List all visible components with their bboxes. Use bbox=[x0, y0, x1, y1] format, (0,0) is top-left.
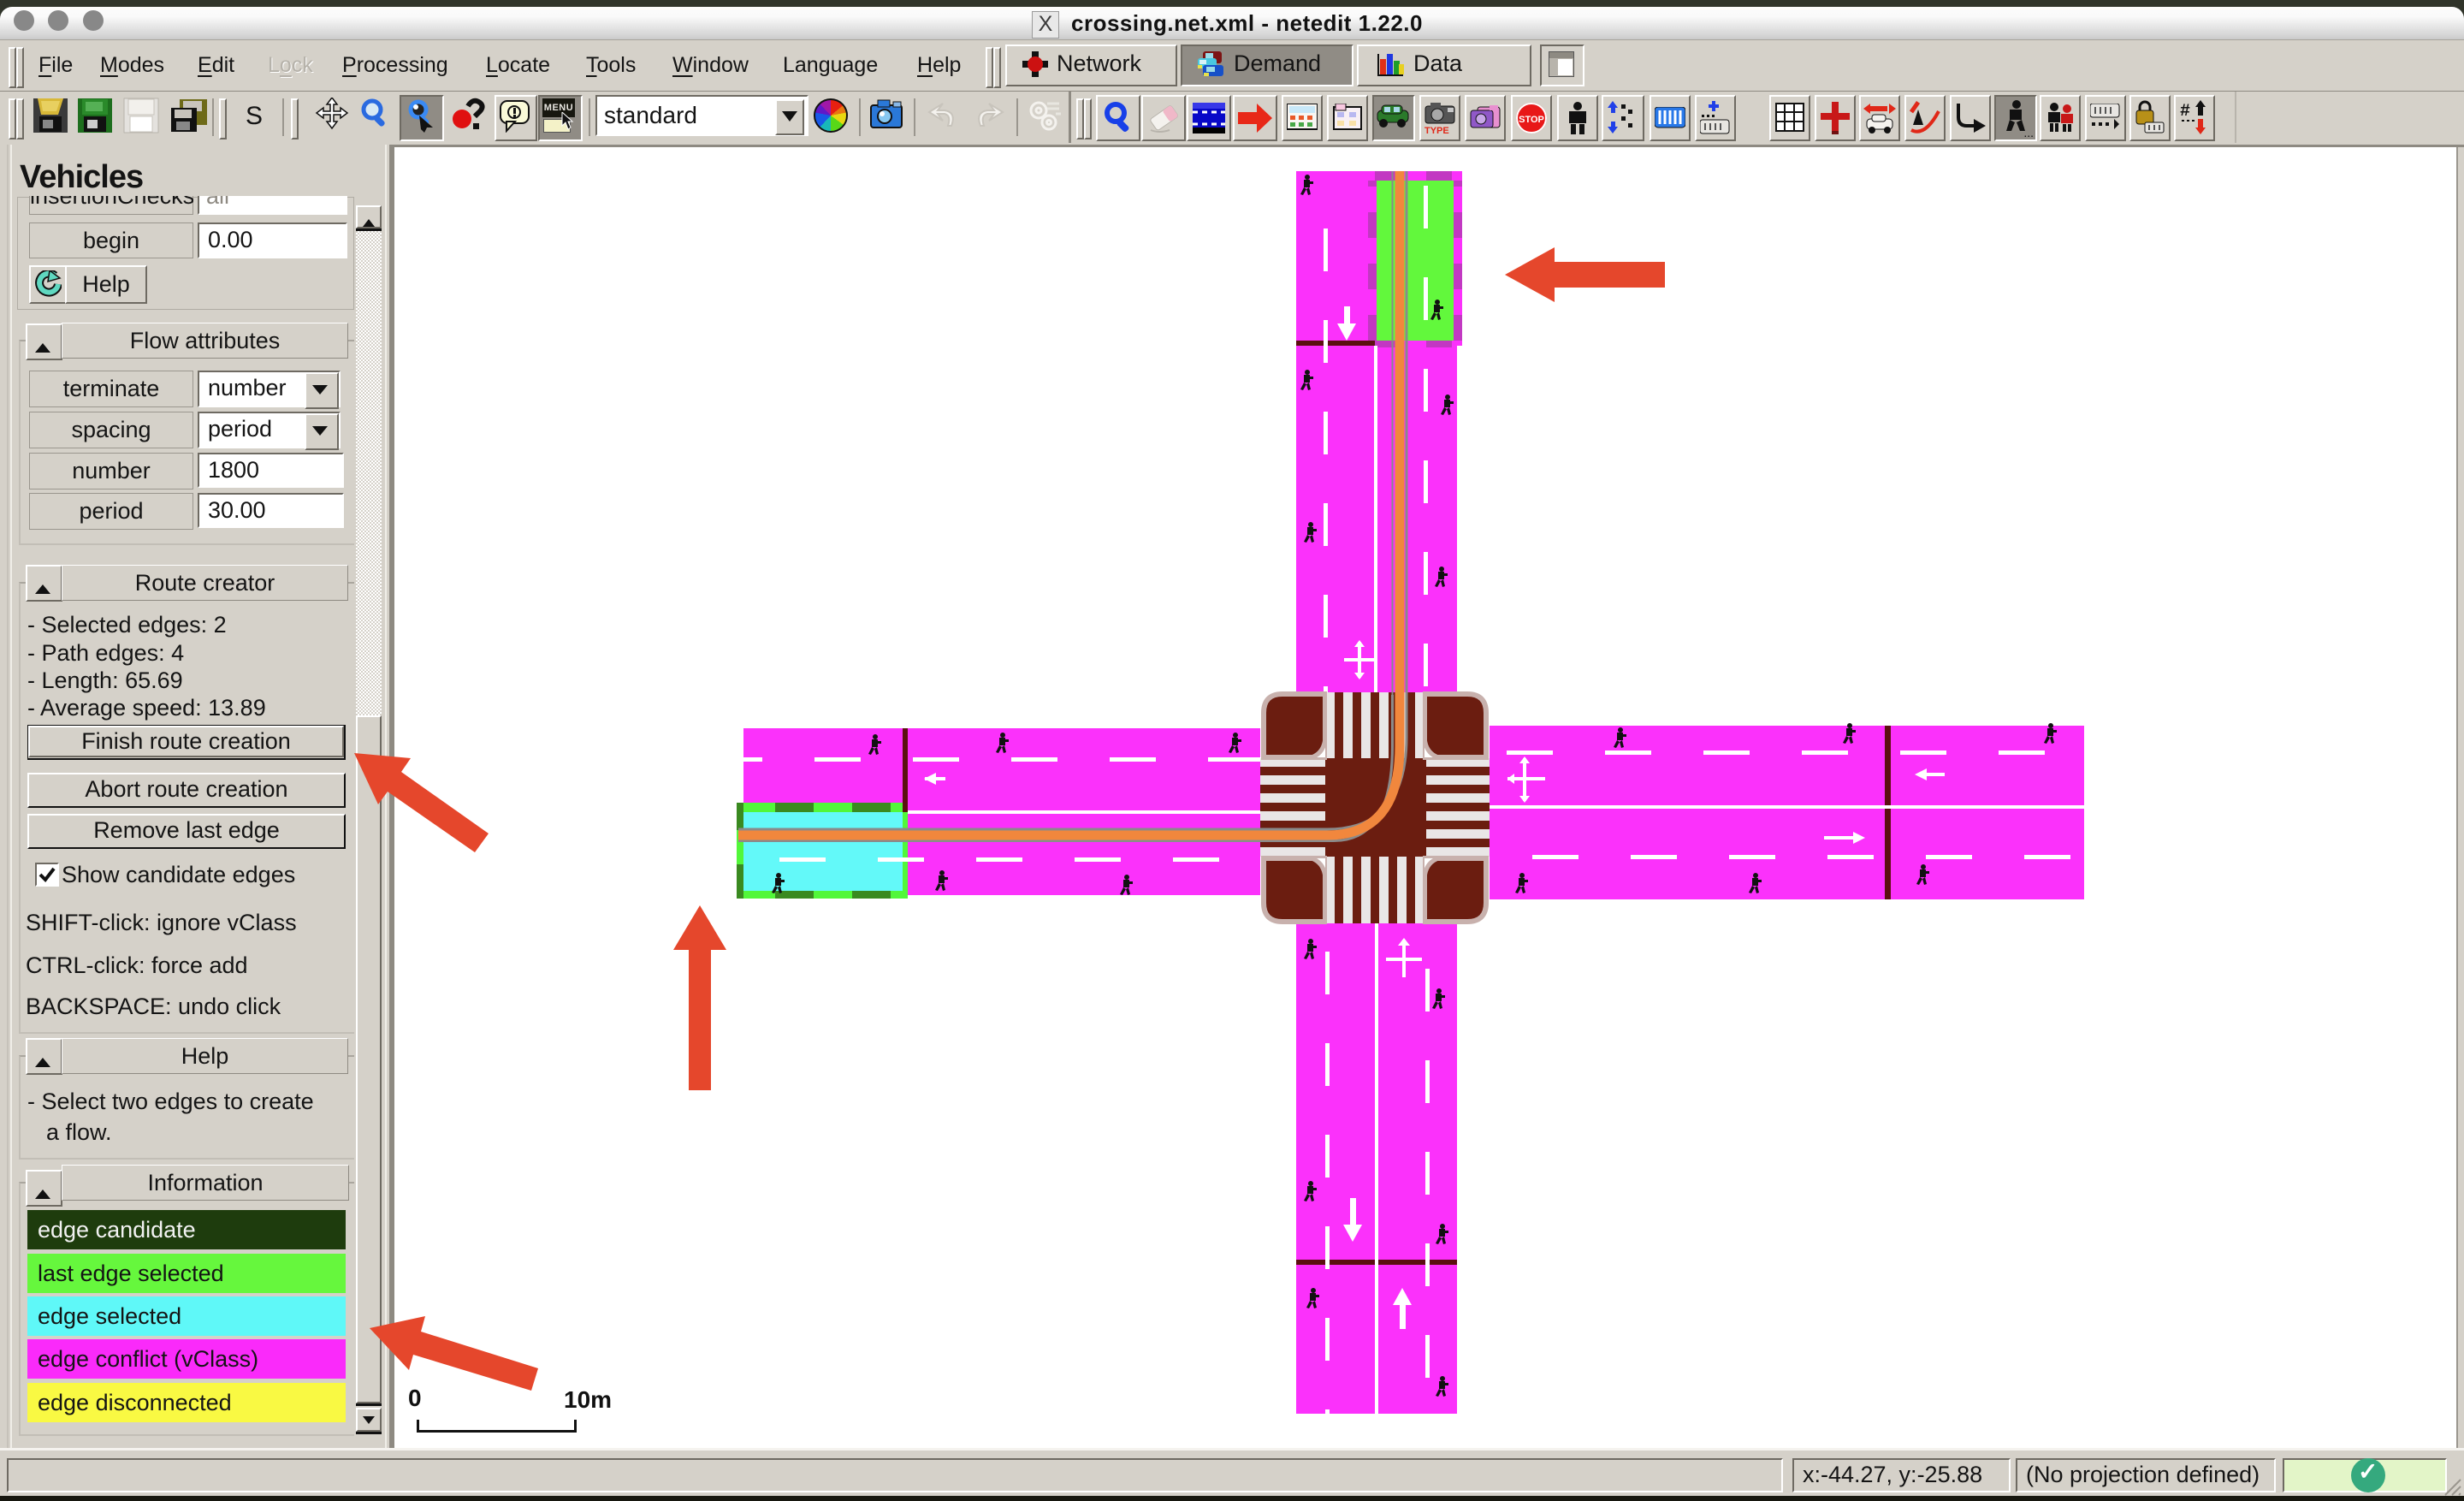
svg-text:#: # bbox=[2180, 102, 2190, 122]
svg-text:STOP: STOP bbox=[1519, 115, 1544, 125]
